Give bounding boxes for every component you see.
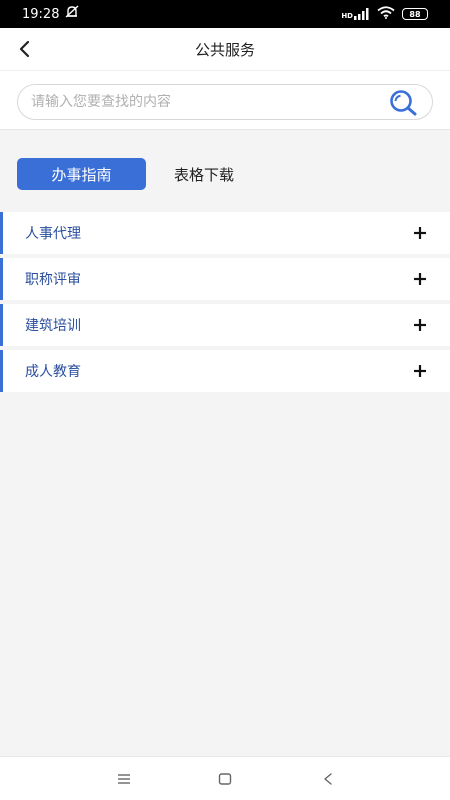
list-item-label: 成人教育: [25, 364, 81, 380]
plus-icon[interactable]: [412, 317, 428, 333]
list-item-label: 职称评审: [25, 272, 81, 288]
menu-icon: [118, 774, 130, 784]
app-header: 公共服务: [0, 28, 450, 70]
search-icon: [390, 90, 417, 116]
notification-off-icon: [64, 5, 80, 23]
list-item-label: 人事代理: [25, 226, 81, 242]
plus-icon[interactable]: [412, 271, 428, 287]
list-item-label: 建筑培训: [25, 318, 81, 334]
tab-form-download[interactable]: 表格下载: [158, 158, 250, 190]
list-item-accent: [0, 304, 3, 346]
list-item-construction-training[interactable]: 建筑培训: [0, 304, 450, 346]
back-button[interactable]: [10, 35, 38, 63]
wifi-icon: [377, 5, 395, 23]
page-title: 公共服务: [194, 40, 255, 59]
list-item-accent: [0, 258, 3, 300]
service-list: 人事代理 职称评审 建筑培训 成人教育: [0, 212, 450, 396]
list-item-accent: [0, 350, 3, 392]
list-item-title-review[interactable]: 职称评审: [0, 258, 450, 300]
tab-guide[interactable]: 办事指南: [17, 158, 146, 190]
system-nav-bar: [0, 756, 450, 800]
battery-icon: 88: [402, 8, 428, 20]
search-input[interactable]: [31, 94, 371, 110]
back-triangle-icon: [324, 773, 332, 785]
home-button[interactable]: [213, 768, 237, 790]
search-section: [0, 70, 450, 130]
tab-bar: 办事指南 表格下载: [17, 158, 250, 190]
system-back-button[interactable]: [316, 768, 340, 790]
home-square-icon: [218, 773, 232, 785]
plus-icon[interactable]: [412, 225, 428, 241]
tab-label: 办事指南: [51, 165, 112, 184]
signal-icon: HD: [341, 8, 370, 20]
battery-level: 88: [409, 9, 421, 19]
search-box: [17, 84, 433, 120]
list-item-accent: [0, 212, 3, 254]
list-item-adult-education[interactable]: 成人教育: [0, 350, 450, 392]
chevron-left-icon: [19, 40, 30, 58]
status-bar: 19:28 HD 88: [0, 0, 450, 28]
tab-label: 表格下载: [174, 165, 235, 184]
network-label: HD: [341, 12, 353, 20]
status-time: 19:28: [22, 6, 60, 22]
plus-icon[interactable]: [412, 363, 428, 379]
search-button[interactable]: [388, 89, 418, 117]
recent-apps-button[interactable]: [112, 768, 136, 790]
list-item-personnel-agency[interactable]: 人事代理: [0, 212, 450, 254]
